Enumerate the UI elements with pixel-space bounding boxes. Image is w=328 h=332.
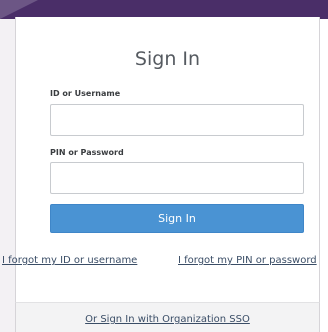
page-title: Sign In xyxy=(134,48,201,70)
organization-sso-link[interactable]: Or Sign In with Organization SSO xyxy=(16,314,319,325)
forgot-password-link[interactable]: I forgot my PIN or password xyxy=(178,255,324,266)
forgot-username-link[interactable]: I forgot my ID or username xyxy=(2,255,170,266)
sign-in-card: Sign In ID or Username PIN or Password S… xyxy=(15,17,320,332)
username-input[interactable] xyxy=(50,104,304,136)
sign-in-button[interactable]: Sign In xyxy=(50,204,304,233)
page-background-edge xyxy=(0,19,15,332)
sso-footer: Or Sign In with Organization SSO xyxy=(15,302,320,332)
password-label: PIN or Password xyxy=(50,148,124,157)
password-input[interactable] xyxy=(50,162,304,194)
username-label: ID or Username xyxy=(50,89,121,98)
